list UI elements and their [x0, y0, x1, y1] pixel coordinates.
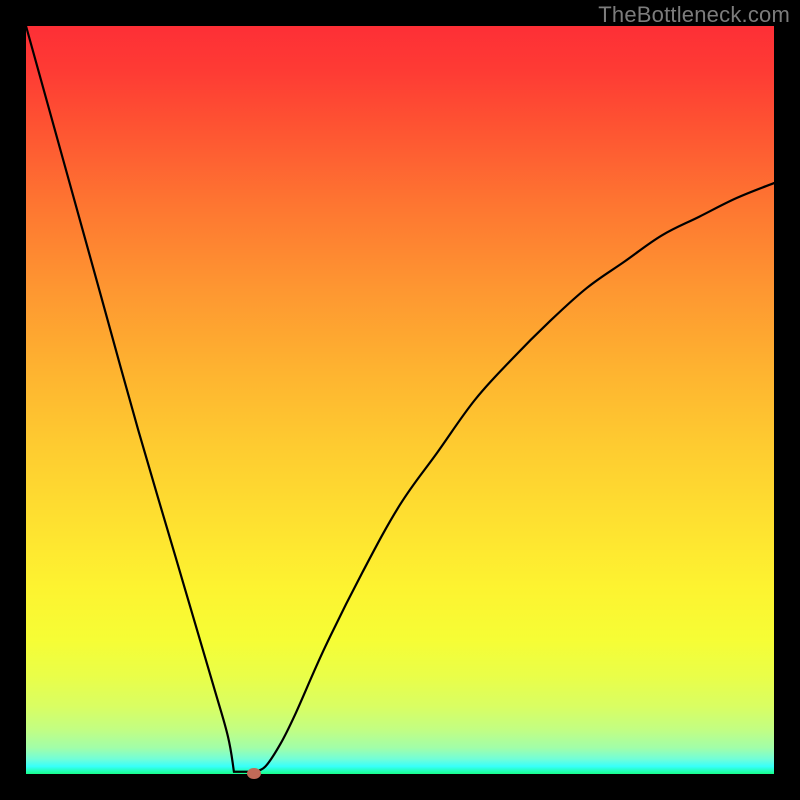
minimum-marker-dot: [247, 768, 261, 779]
chart-frame: TheBottleneck.com: [0, 0, 800, 800]
watermark-text: TheBottleneck.com: [598, 2, 790, 28]
curve-path: [26, 26, 774, 772]
bottleneck-curve: [26, 26, 774, 774]
